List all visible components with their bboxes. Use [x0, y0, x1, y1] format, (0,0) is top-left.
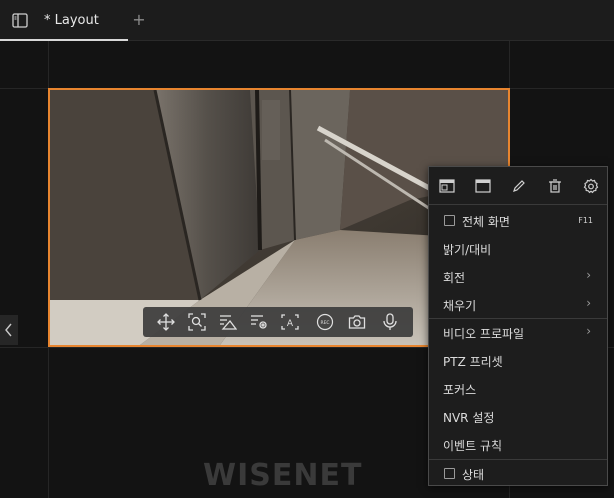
settings-adjust-icon[interactable] — [250, 313, 268, 331]
menu-item-status[interactable]: 상태 — [429, 460, 607, 488]
menu-item-ptz-preset[interactable]: PTZ 프리셋 — [429, 347, 607, 375]
tab-label: * Layout — [44, 13, 99, 28]
window-icon[interactable] — [439, 178, 455, 194]
tab-layout[interactable]: * Layout — [0, 0, 128, 41]
menu-item-brightness-contrast[interactable]: 밝기/대비 — [429, 235, 607, 263]
layout-panel-icon[interactable] — [12, 13, 28, 28]
settings-icon[interactable] — [583, 178, 599, 194]
menu-item-label: 채우기 — [443, 299, 477, 313]
menu-item-label: PTZ 프리셋 — [443, 355, 503, 369]
menu-toolbar — [429, 167, 607, 205]
menu-item-focus[interactable]: 포커스 — [429, 375, 607, 403]
menu-item-event-rules[interactable]: 이벤트 규칙 — [429, 431, 607, 459]
context-menu: 전체 화면 F11 밝기/대비 회전 › 채우기 › 비디오 프로파일 › PT… — [428, 166, 608, 486]
edit-icon[interactable] — [511, 178, 527, 194]
chevron-right-icon: › — [586, 324, 591, 338]
previous-page-button[interactable] — [0, 315, 18, 345]
menu-item-label: NVR 설정 — [443, 411, 495, 425]
brightness-icon[interactable] — [219, 313, 237, 331]
status-checkbox[interactable] — [444, 468, 455, 479]
menu-item-label: 밝기/대비 — [443, 243, 492, 257]
rec-label: REC — [320, 320, 329, 326]
menu-item-label: 포커스 — [443, 383, 477, 397]
chevron-right-icon: › — [586, 268, 591, 282]
menu-item-label: 상태 — [462, 468, 485, 482]
chevron-right-icon: › — [586, 296, 591, 310]
maximize-icon[interactable] — [475, 178, 491, 194]
menu-item-label: 회전 — [443, 271, 466, 285]
active-tab-indicator — [0, 39, 128, 41]
menu-item-label: 전체 화면 — [462, 215, 510, 229]
add-tab-button[interactable]: + — [132, 10, 146, 29]
menu-item-fullscreen[interactable]: 전체 화면 F11 — [429, 207, 607, 235]
menu-item-label: 이벤트 규칙 — [443, 439, 503, 453]
wisenet-logo: WISENET — [203, 458, 363, 493]
text-overlay-icon[interactable]: A — [281, 313, 299, 331]
tab-bar: * Layout + — [0, 0, 614, 41]
chevron-left-icon — [5, 323, 12, 337]
menu-item-video-profile[interactable]: 비디오 프로파일 › — [429, 319, 607, 347]
record-icon[interactable]: REC — [316, 313, 334, 331]
delete-icon[interactable] — [547, 178, 563, 194]
menu-item-nvr-settings[interactable]: NVR 설정 — [429, 403, 607, 431]
menu-item-label: 비디오 프로파일 — [443, 327, 525, 341]
menu-item-rotate[interactable]: 회전 › — [429, 263, 607, 291]
move-icon[interactable] — [157, 313, 175, 331]
snapshot-icon[interactable] — [348, 313, 366, 331]
text-icon-letter: A — [287, 319, 294, 329]
digital-zoom-icon[interactable] — [188, 313, 206, 331]
menu-item-fill[interactable]: 채우기 › — [429, 291, 607, 319]
microphone-icon[interactable] — [381, 313, 399, 331]
shortcut-label: F11 — [578, 216, 593, 225]
fullscreen-checkbox[interactable] — [444, 215, 455, 226]
video-toolbar: A REC — [143, 307, 413, 337]
